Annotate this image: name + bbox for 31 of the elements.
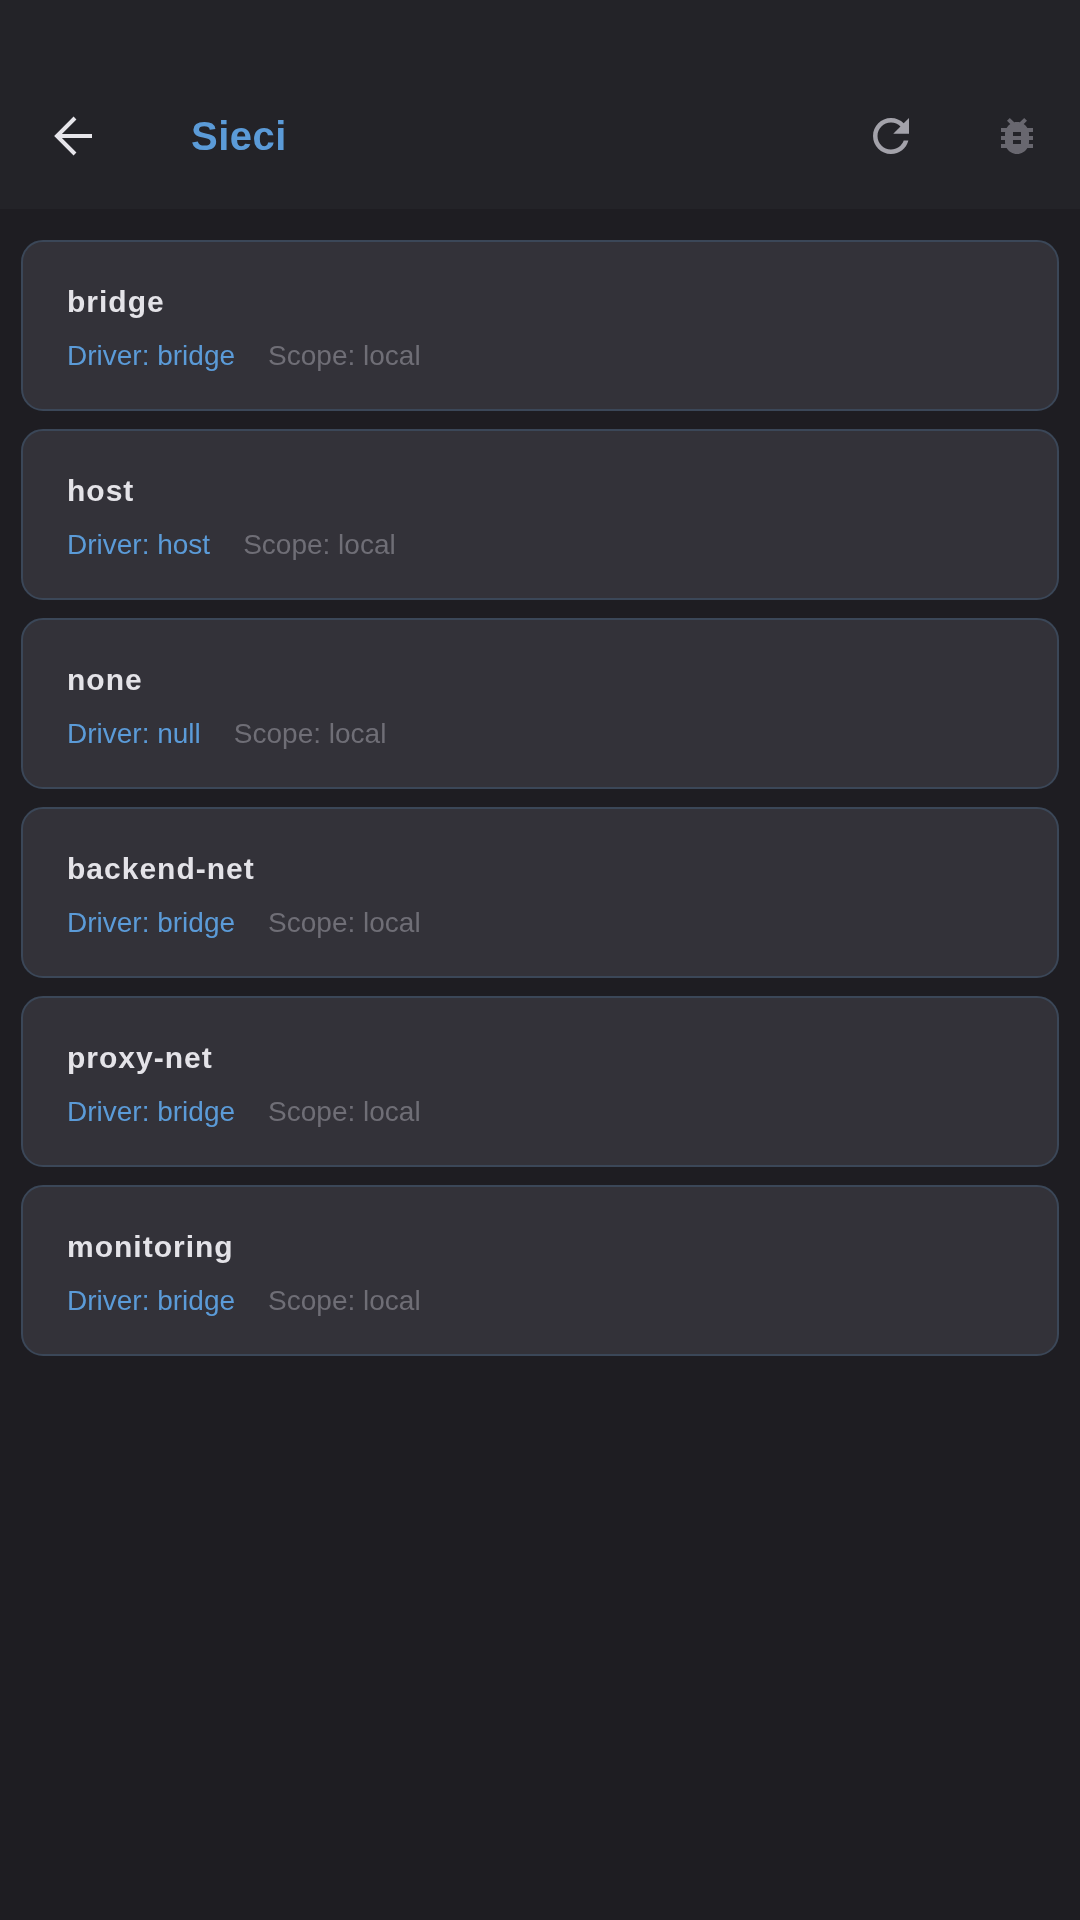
- network-driver: Driver: null: [67, 717, 201, 751]
- network-driver: Driver: bridge: [67, 1284, 236, 1318]
- network-card[interactable]: proxy-net Driver: bridge Scope: local: [21, 996, 1059, 1167]
- network-card[interactable]: monitoring Driver: bridge Scope: local: [21, 1185, 1059, 1356]
- debug-button[interactable]: [1001, 118, 1033, 154]
- network-scope: Scope: local: [268, 339, 421, 373]
- network-scope: Scope: local: [268, 1095, 421, 1129]
- network-card[interactable]: host Driver: host Scope: local: [21, 429, 1059, 600]
- network-driver: Driver: host: [67, 528, 211, 562]
- refresh-icon: [873, 118, 909, 154]
- network-driver: Driver: bridge: [67, 339, 236, 373]
- page-title: Sieci: [191, 113, 287, 160]
- back-button[interactable]: [54, 116, 94, 156]
- network-name: bridge: [67, 284, 166, 320]
- bug-icon: [1001, 118, 1033, 154]
- network-name: proxy-net: [67, 1040, 214, 1076]
- network-name: host: [67, 473, 136, 509]
- network-name: none: [67, 662, 144, 698]
- network-driver: Driver: bridge: [67, 1095, 236, 1129]
- network-name: backend-net: [67, 851, 256, 887]
- network-scope: Scope: local: [243, 528, 396, 562]
- back-arrow-icon: [54, 116, 94, 156]
- network-scope: Scope: local: [233, 717, 387, 751]
- network-scope: Scope: local: [268, 906, 421, 940]
- network-driver: Driver: bridge: [67, 906, 236, 940]
- refresh-button[interactable]: [873, 118, 909, 154]
- network-scope: Scope: local: [268, 1284, 421, 1318]
- network-card[interactable]: backend-net Driver: bridge Scope: local: [21, 807, 1059, 978]
- network-card[interactable]: none Driver: null Scope: local: [21, 618, 1059, 789]
- network-card[interactable]: bridge Driver: bridge Scope: local: [21, 240, 1059, 411]
- network-name: monitoring: [67, 1229, 235, 1265]
